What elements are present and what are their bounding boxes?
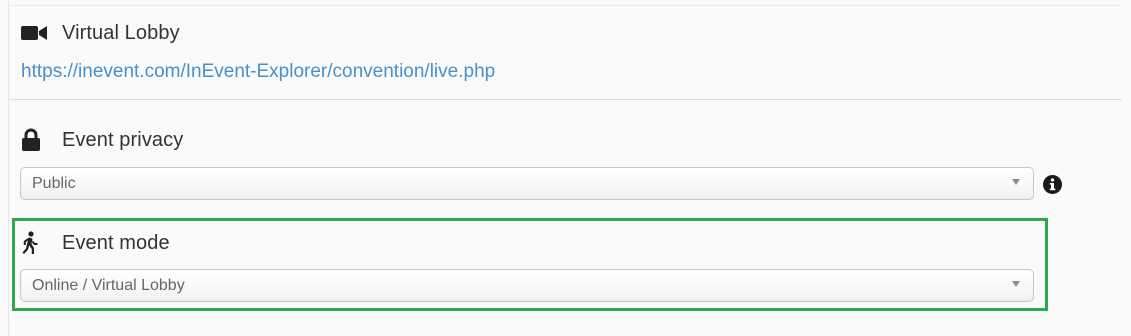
event-mode-title: Event mode (62, 231, 170, 254)
event-mode-selected-value: Online / Virtual Lobby (32, 276, 185, 294)
event-privacy-heading: Event privacy (21, 125, 183, 155)
walking-person-icon (21, 231, 49, 255)
event-privacy-select[interactable]: Public (20, 167, 1034, 200)
virtual-lobby-title: Virtual Lobby (62, 21, 180, 44)
top-border (9, 5, 1120, 6)
chevron-down-icon (1012, 179, 1020, 185)
event-privacy-selected-value: Public (32, 174, 76, 192)
event-mode-select[interactable]: Online / Virtual Lobby (20, 269, 1034, 302)
event-privacy-title: Event privacy (62, 128, 184, 151)
chevron-down-icon (1012, 281, 1020, 287)
lock-icon (21, 128, 49, 152)
section-divider (9, 99, 1122, 100)
info-icon[interactable] (1043, 175, 1062, 194)
event-mode-heading: Event mode (21, 228, 170, 258)
video-camera-icon (21, 21, 49, 45)
virtual-lobby-heading: Virtual Lobby (21, 18, 180, 48)
left-border (8, 0, 9, 336)
virtual-lobby-link[interactable]: https://inevent.com/InEvent-Explorer/con… (21, 61, 495, 83)
